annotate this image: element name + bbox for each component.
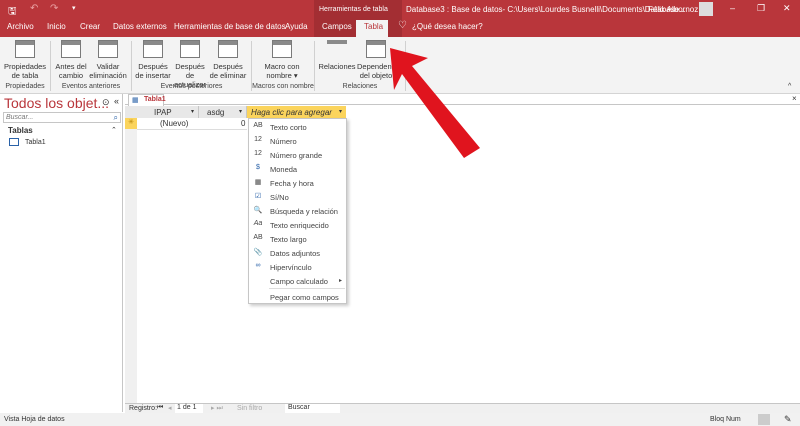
nav-item-tabla1[interactable]: Tabla1: [8, 138, 108, 148]
new-row-value[interactable]: 0: [241, 119, 245, 128]
nav-title[interactable]: Todos los objet...: [4, 95, 109, 111]
group-label: Macros con nombre: [252, 83, 314, 90]
after-delete-button[interactable]: Después de eliminar: [209, 40, 247, 80]
view-status: Vista Hoja de datos: [4, 416, 65, 423]
title-bar: 🖫 ↶ ↷ ▾ Herramientas de tabla Database3 …: [0, 0, 800, 37]
status-bar: Vista Hoja de datos Bloq Num ✎: [0, 413, 800, 426]
menu-item-texto-largo[interactable]: AB Texto largo: [249, 232, 347, 246]
datasheet-view-button[interactable]: [758, 414, 770, 425]
record-search-input[interactable]: Buscar: [285, 404, 340, 413]
field-type-menu: AB Texto corto 12 Número 12 Número grande $…: [248, 118, 347, 304]
column-header-asdg[interactable]: asdg ▾: [199, 106, 247, 118]
menu-item-hipervinculo[interactable]: ∞ Hipervínculo: [249, 260, 347, 274]
filter-status[interactable]: Sin filtro: [237, 405, 262, 412]
search-icon[interactable]: ⌕: [114, 113, 118, 123]
tab-herramientas-bd[interactable]: Herramientas de base de datos: [174, 22, 286, 31]
prev-record-button[interactable]: ◂: [168, 404, 172, 412]
design-view-button[interactable]: ✎: [784, 414, 792, 425]
menu-item-datos-adjuntos[interactable]: 📎 Datos adjuntos: [249, 246, 347, 260]
close-tab-icon[interactable]: ×: [792, 94, 797, 103]
new-record-icon: ✳: [125, 118, 137, 129]
redo-icon[interactable]: ↷: [50, 3, 58, 14]
table-properties-button[interactable]: Propiedades de tabla: [3, 40, 47, 80]
after-update-button[interactable]: Después de actualizar: [172, 40, 208, 89]
user-name[interactable]: Félix Albornoz: [648, 5, 698, 14]
after-delete-icon: [218, 40, 238, 58]
menu-item-si-no[interactable]: ☑ Sí/No: [249, 190, 347, 204]
before-change-icon: [61, 40, 81, 58]
nav-search-input[interactable]: Buscar... ⌕: [3, 112, 121, 123]
first-record-button[interactable]: ⏮: [157, 404, 163, 412]
nav-section-tablas[interactable]: Tablas: [8, 126, 33, 135]
menu-item-numero[interactable]: 12 Número: [249, 134, 347, 148]
context-title: Herramientas de tabla: [319, 6, 388, 13]
nav-menu-icon[interactable]: ⊙: [102, 97, 110, 108]
table-icon: ▦: [132, 97, 139, 104]
collapse-section-icon[interactable]: ⌃: [111, 126, 117, 134]
lightbulb-icon: ♡: [398, 20, 407, 31]
tab-inicio[interactable]: Inicio: [47, 22, 66, 31]
validate-delete-button[interactable]: Validar eliminación: [88, 40, 128, 80]
group-label: Propiedades: [5, 83, 45, 90]
minimize-button[interactable]: –: [730, 3, 735, 13]
before-change-button[interactable]: Antes del cambio: [55, 40, 87, 80]
tell-me-input[interactable]: ¿Qué desea hacer?: [412, 22, 483, 31]
collapse-ribbon-icon[interactable]: ^: [788, 83, 791, 90]
new-row-cell[interactable]: (Nuevo): [160, 119, 188, 128]
restore-button[interactable]: ❐: [757, 3, 765, 14]
tab-datos-externos[interactable]: Datos externos: [113, 22, 167, 31]
after-insert-button[interactable]: Después de insertar: [135, 40, 171, 80]
properties-icon: [15, 40, 35, 58]
numlock-status: Bloq Num: [710, 416, 741, 423]
group-label: Eventos anteriores: [61, 83, 121, 90]
customize-qat-icon[interactable]: ▾: [72, 4, 76, 12]
menu-item-texto-enriquecido[interactable]: Aa Texto enriquecido: [249, 218, 347, 232]
record-navigator: Registro: ⏮ ◂ 1 de 1 ▸ ⏭ Sin filtro Busc…: [125, 403, 800, 413]
menu-item-texto-corto[interactable]: AB Texto corto: [249, 120, 347, 134]
avatar[interactable]: [699, 2, 713, 16]
tab-crear[interactable]: Crear: [80, 22, 100, 31]
menu-item-fecha-hora[interactable]: ▦ Fecha y hora: [249, 176, 347, 190]
navigation-pane: Todos los objet... ⊙ « Buscar... ⌕ Tabla…: [0, 94, 123, 412]
named-macro-button[interactable]: Macro con nombre ▾: [262, 40, 302, 80]
tab-campos[interactable]: Campos: [322, 22, 352, 31]
after-update-icon: [180, 40, 200, 58]
group-label: Eventos posteriores: [160, 83, 223, 90]
red-arrow-shape: [390, 48, 480, 158]
tab-ayuda[interactable]: Ayuda: [285, 22, 308, 31]
add-column-header[interactable]: Haga clic para agregar ▾: [247, 106, 346, 118]
menu-item-pegar-campos[interactable]: Pegar como campos: [249, 290, 347, 304]
ribbon-tabs: Archivo Inicio Crear Datos externos Herr…: [0, 19, 800, 37]
window-title: Database3 : Base de datos- C:\Users\Lour…: [406, 5, 686, 14]
validate-delete-icon: [98, 40, 118, 58]
record-position-input[interactable]: 1 de 1: [175, 404, 203, 413]
tab-tabla[interactable]: Tabla: [364, 22, 383, 31]
menu-item-campo-calculado[interactable]: Campo calculado ▸: [249, 274, 347, 288]
after-insert-icon: [143, 40, 163, 58]
column-header-ipap[interactable]: IPAP ▾: [137, 106, 199, 118]
next-record-button[interactable]: ▸ ⏭: [211, 404, 223, 413]
menu-item-busqueda[interactable]: 🔍 Búsqueda y relación: [249, 204, 347, 218]
tab-archivo[interactable]: Archivo: [7, 22, 34, 31]
undo-icon[interactable]: ↶: [30, 3, 38, 14]
close-button[interactable]: ✕: [783, 3, 791, 14]
macro-icon: [272, 40, 292, 58]
collapse-nav-icon[interactable]: «: [114, 96, 119, 106]
relationships-icon: [327, 40, 347, 58]
submenu-arrow-icon: ▸: [338, 278, 342, 284]
relationships-button[interactable]: Relaciones: [318, 40, 356, 71]
annotation-arrow: [390, 48, 480, 158]
menu-item-moneda[interactable]: $ Moneda: [249, 162, 347, 176]
tab-tabla1[interactable]: ▦ Tabla1: [128, 94, 166, 106]
table-icon: [9, 138, 19, 146]
menu-item-numero-grande[interactable]: 12 Número grande: [249, 148, 347, 162]
